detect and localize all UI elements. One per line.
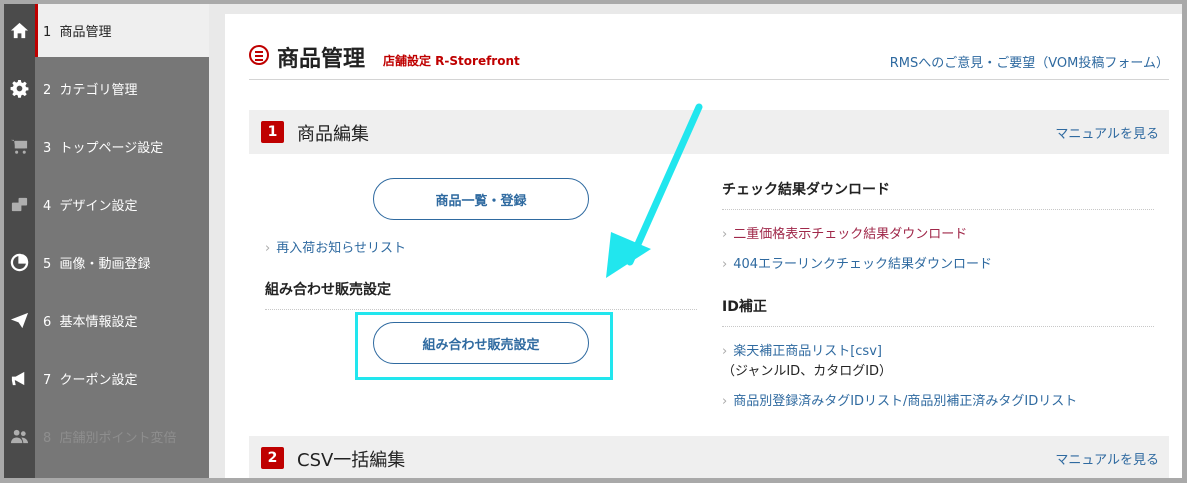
screenshot-frame: 1 商品管理 2 カテゴリ管理 3 トップページ設定 4 デザイン設定 5 画像… — [0, 0, 1187, 483]
sidebar-item-label: 店舗別ポイント変倍 — [59, 431, 177, 446]
sidebar-item-basic-info[interactable]: 6 基本情報設定 — [4, 294, 209, 347]
sidebar-item-label: 基本情報設定 — [59, 315, 138, 330]
sidebar-item-points: 8 店舗別ポイント変倍 — [4, 410, 209, 463]
sidebar-item-label: 商品管理 — [59, 25, 112, 40]
users-icon — [4, 410, 35, 463]
sidebar-item-media[interactable]: 5 画像・動画登録 — [4, 236, 209, 289]
sidebar-item-num: 6 — [43, 315, 52, 330]
sidebar-item-label: 画像・動画登録 — [59, 257, 151, 272]
sidebar-item-toppage[interactable]: 3 トップページ設定 — [4, 120, 209, 173]
sidebar-item-num: 3 — [43, 141, 52, 156]
home-icon — [4, 4, 35, 57]
gear-icon — [4, 62, 35, 115]
cart-icon — [4, 120, 35, 173]
sidebar-item-label: トップページ設定 — [59, 141, 164, 156]
sidebar-item-category[interactable]: 2 カテゴリ管理 — [4, 62, 209, 115]
sidebar-item-coupon[interactable]: 7 クーポン設定 — [4, 352, 209, 405]
megaphone-icon — [4, 352, 35, 405]
sidebar-item-products[interactable]: 1 商品管理 — [4, 4, 209, 57]
paper-plane-icon — [4, 294, 35, 347]
sidebar-item-num: 5 — [43, 257, 52, 272]
annotation-arrow — [606, 103, 703, 278]
sidebar-item-num: 4 — [43, 199, 52, 214]
sidebar-item-label: カテゴリ管理 — [59, 83, 138, 98]
sidebar-item-num: 8 — [43, 431, 52, 446]
sidebar-item-design[interactable]: 4 デザイン設定 — [4, 178, 209, 231]
pie-icon — [4, 236, 35, 289]
sidebar-item-num: 7 — [43, 373, 52, 388]
sidebar-item-label: クーポン設定 — [59, 373, 138, 388]
sidebar: 1 商品管理 2 カテゴリ管理 3 トップページ設定 4 デザイン設定 5 画像… — [4, 4, 209, 478]
sidebar-item-label: デザイン設定 — [59, 199, 138, 214]
main-panel: 商品管理 店舗設定 R-Storefront RMSへのご意見・ご要望（VOM投… — [225, 14, 1182, 478]
design-icon — [4, 178, 35, 231]
sidebar-item-num: 1 — [43, 25, 52, 40]
sidebar-item-num: 2 — [43, 83, 52, 98]
